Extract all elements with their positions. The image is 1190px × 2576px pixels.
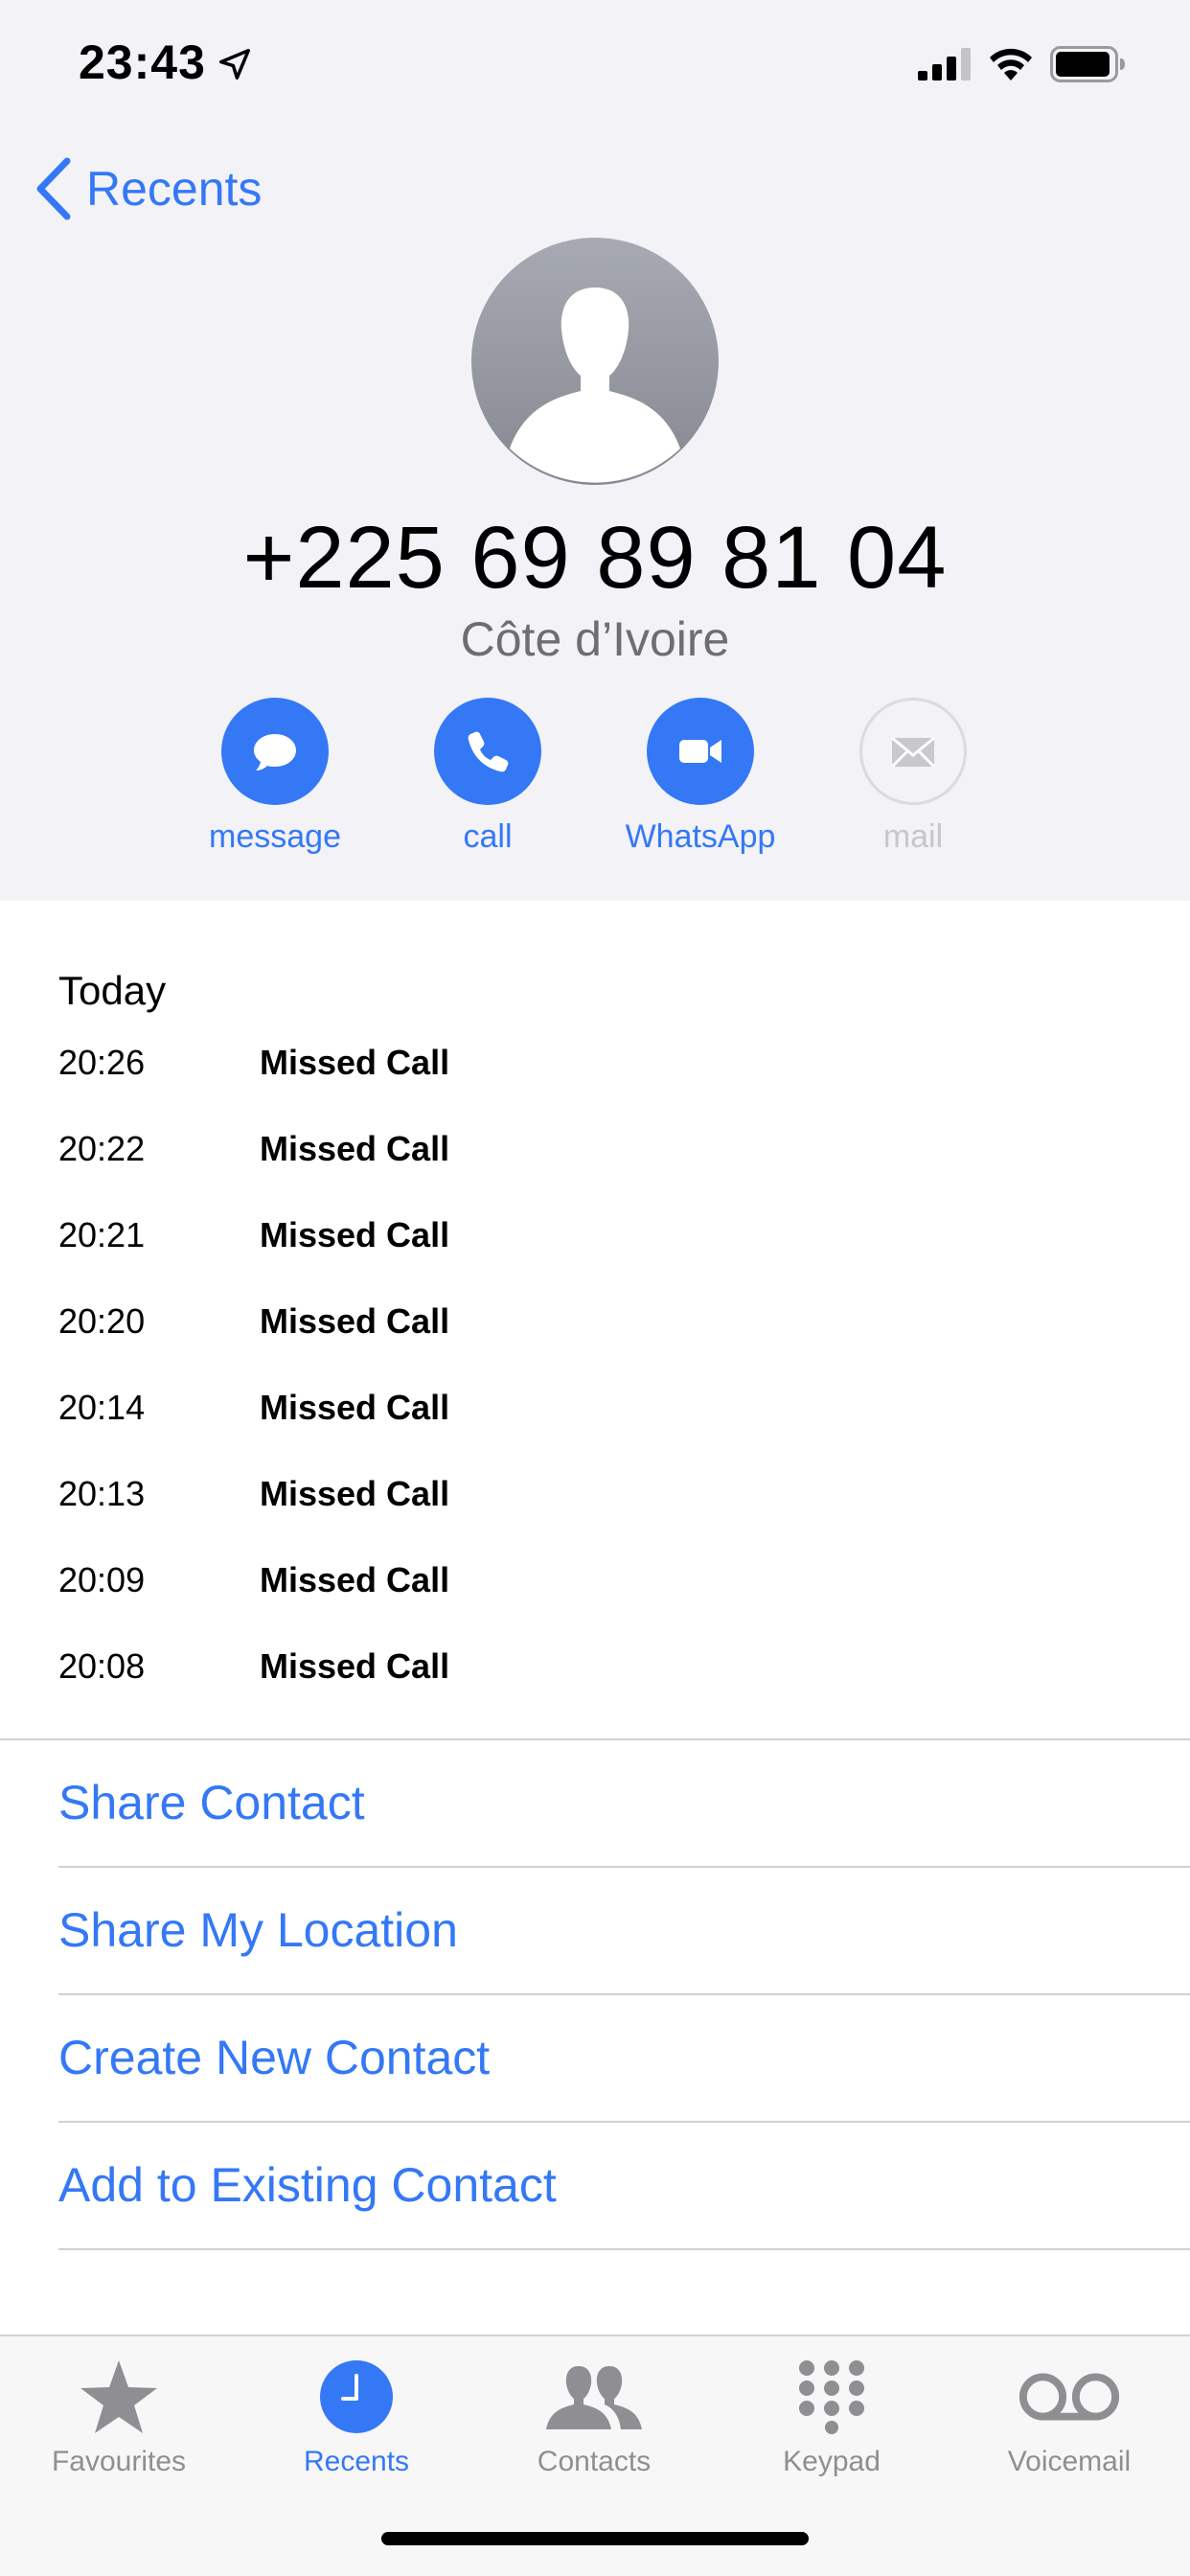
tab-icon-wrap	[1017, 2354, 1122, 2440]
contact-phone-number: +225 69 89 81 04	[242, 509, 948, 607]
contact-country: Côte d’Ivoire	[460, 612, 730, 666]
history-time: 20:08	[58, 1646, 146, 1686]
tab-icon-wrap	[304, 2354, 409, 2440]
history-type: Missed Call	[260, 1560, 450, 1599]
history-row: 20:20 Missed Call	[0, 1301, 1190, 1388]
history-type: Missed Call	[260, 1129, 450, 1168]
whatsapp-action-circle	[647, 698, 754, 805]
share-location-button[interactable]: Share My Location	[0, 1868, 1190, 1995]
history-type: Missed Call	[260, 1043, 450, 1082]
history-row: 20:09 Missed Call	[0, 1560, 1190, 1646]
share-contact-label: Share Contact	[58, 1776, 365, 1829]
contacts-icon	[546, 2366, 642, 2429]
whatsapp-action-label: WhatsApp	[625, 818, 776, 855]
history-heading: Today	[58, 968, 167, 1013]
status-time: 23:43	[79, 35, 206, 89]
history-type: Missed Call	[260, 1388, 450, 1427]
message-action-circle	[221, 698, 329, 805]
clock-icon	[320, 2360, 393, 2433]
history-time: 20:13	[58, 1474, 146, 1513]
person-silhouette-icon	[510, 288, 680, 483]
call-action-circle	[434, 698, 541, 805]
message-action-label: message	[209, 818, 341, 855]
tab-contacts[interactable]: Contacts	[475, 2336, 713, 2499]
call-action-button[interactable]: call	[373, 698, 603, 856]
tab-keypad[interactable]: Keypad	[713, 2336, 950, 2499]
history-type: Missed Call	[260, 1301, 450, 1341]
back-button[interactable]: Recents	[34, 153, 262, 224]
history-row: 20:22 Missed Call	[0, 1129, 1190, 1215]
history-time: 20:09	[58, 1560, 146, 1599]
call-action-label: call	[463, 818, 513, 855]
keypad-icon	[799, 2360, 864, 2434]
share-location-label: Share My Location	[58, 1903, 458, 1957]
mail-action-circle	[859, 698, 967, 805]
history-time: 20:21	[58, 1215, 146, 1254]
history-row: 20:26 Missed Call	[0, 1043, 1190, 1129]
mail-action-button[interactable]: mail	[798, 698, 1028, 856]
tab-favourites-label: Favourites	[51, 2446, 187, 2477]
message-icon	[254, 734, 296, 770]
whatsapp-action-button[interactable]: WhatsApp	[585, 698, 815, 856]
create-contact-button[interactable]: Create New Contact	[0, 1995, 1190, 2123]
history-row: 20:14 Missed Call	[0, 1388, 1190, 1474]
voicemail-icon	[1018, 2373, 1120, 2421]
video-icon	[679, 740, 721, 763]
history-row: 20:13 Missed Call	[0, 1474, 1190, 1560]
add-to-existing-button[interactable]: Add to Existing Contact	[0, 2123, 1190, 2250]
tab-recents[interactable]: Recents	[238, 2336, 475, 2499]
message-action-button[interactable]: message	[160, 698, 390, 856]
history-type: Missed Call	[260, 1215, 450, 1254]
history-time: 20:26	[58, 1043, 146, 1082]
home-indicator[interactable]	[381, 2532, 809, 2545]
create-contact-label: Create New Contact	[58, 2031, 491, 2084]
tab-favourites[interactable]: Favourites	[0, 2336, 238, 2499]
cellular-signal-icon	[918, 48, 971, 80]
history-type: Missed Call	[260, 1646, 450, 1686]
mail-action-label: mail	[882, 818, 944, 855]
contact-avatar	[471, 238, 719, 485]
star-icon	[80, 2360, 157, 2433]
tab-contacts-label: Contacts	[537, 2446, 652, 2477]
option-separator	[58, 2248, 1190, 2250]
contact-actions: message call WhatsApp mail	[0, 698, 1190, 870]
history-row: 20:08 Missed Call	[0, 1646, 1190, 1733]
mail-icon	[890, 736, 936, 769]
tab-icon-wrap	[66, 2354, 172, 2440]
contact-detail-screen: 23:43 Recents +225 69 89 81 04 Côte d’Iv…	[0, 0, 1190, 2576]
share-contact-button[interactable]: Share Contact	[0, 1740, 1190, 1868]
tab-voicemail-label: Voicemail	[1007, 2446, 1132, 2477]
history-time: 20:20	[58, 1301, 146, 1341]
history-row: 20:21 Missed Call	[0, 1215, 1190, 1301]
history-time: 20:14	[58, 1388, 146, 1427]
battery-icon	[1050, 46, 1125, 82]
wifi-icon	[990, 48, 1032, 80]
tab-icon-wrap	[779, 2354, 884, 2440]
location-arrow-icon	[219, 49, 250, 80]
add-to-existing-label: Add to Existing Contact	[58, 2158, 557, 2212]
history-time: 20:22	[58, 1129, 146, 1168]
tab-keypad-label: Keypad	[783, 2446, 881, 2477]
tab-voicemail[interactable]: Voicemail	[950, 2336, 1188, 2499]
back-button-label: Recents	[86, 162, 263, 216]
phone-icon	[468, 731, 509, 772]
contact-header: 23:43 Recents +225 69 89 81 04 Côte d’Iv…	[0, 0, 1190, 901]
tab-icon-wrap	[541, 2354, 647, 2440]
tab-recents-label: Recents	[303, 2446, 410, 2477]
chevron-left-icon	[36, 157, 71, 220]
history-type: Missed Call	[260, 1474, 450, 1513]
